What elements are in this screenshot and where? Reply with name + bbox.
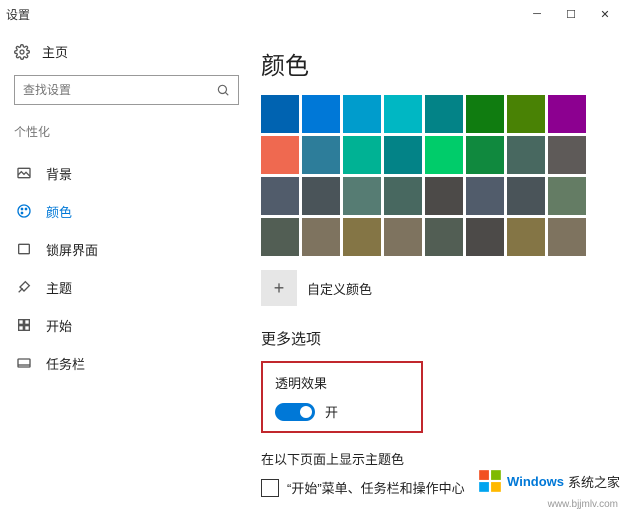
sidebar-item-label: 背景 [46,164,72,183]
color-swatch[interactable] [507,136,545,174]
color-swatch[interactable] [343,177,381,215]
color-swatch[interactable] [343,218,381,256]
minimize-button[interactable]: ─ [520,3,554,25]
sidebar-item-label: 主题 [46,278,72,297]
color-swatch[interactable] [261,177,299,215]
color-swatch[interactable] [261,218,299,256]
frame-icon [16,241,32,257]
sidebar-item-background[interactable]: 背景 [14,154,255,192]
windows-logo-icon [477,468,503,494]
sidebar-item-colors[interactable]: 颜色 [14,192,255,230]
maximize-button[interactable]: ☐ [554,3,588,25]
sidebar-item-label: 锁屏界面 [46,240,98,259]
section-label: 个性化 [14,123,255,140]
color-swatch[interactable] [343,95,381,133]
color-swatch[interactable] [302,136,340,174]
transparency-highlight: 透明效果 开 [261,361,423,433]
color-swatch[interactable] [466,95,504,133]
home-link[interactable]: 主页 [14,42,255,61]
accent-surfaces-header: 在以下页面上显示主题色 [261,449,628,468]
gear-icon [14,44,30,60]
color-swatch[interactable] [384,218,422,256]
color-grid [261,95,628,256]
search-box[interactable] [14,75,239,105]
search-input[interactable] [23,83,216,97]
color-swatch[interactable] [425,136,463,174]
watermark-text: 系统之家 [568,472,620,491]
color-swatch[interactable] [261,136,299,174]
sidebar-item-label: 开始 [46,316,72,335]
grid-icon [16,317,32,333]
color-swatch[interactable] [507,95,545,133]
window-title: 设置 [6,6,520,23]
plus-icon: + [274,278,285,299]
sidebar-item-lockscreen[interactable]: 锁屏界面 [14,230,255,268]
color-swatch[interactable] [302,95,340,133]
home-label: 主页 [42,42,68,61]
color-swatch[interactable] [302,218,340,256]
palette-icon [16,203,32,219]
checkbox-start-taskbar[interactable] [261,479,279,497]
custom-color-row: + 自定义颜色 [261,270,628,306]
color-swatch[interactable] [548,177,586,215]
watermark: Windows 系统之家 [477,468,620,494]
titlebar: 设置 ─ ☐ ✕ [0,0,628,28]
brush-icon [16,279,32,295]
color-swatch[interactable] [548,218,586,256]
sidebar-item-label: 任务栏 [46,354,85,373]
color-swatch[interactable] [425,177,463,215]
color-swatch[interactable] [302,177,340,215]
sidebar: 主页 个性化 背景 颜色 锁屏界面 主题 开始 任务 [0,28,255,500]
color-swatch[interactable] [507,177,545,215]
watermark-url: www.bjjmlv.com [548,499,618,510]
search-icon [216,83,230,97]
sidebar-item-label: 颜色 [46,202,72,221]
color-swatch[interactable] [466,177,504,215]
sidebar-item-start[interactable]: 开始 [14,306,255,344]
color-swatch[interactable] [343,136,381,174]
color-swatch[interactable] [466,136,504,174]
checkbox-label: “开始”菜单、任务栏和操作中心 [287,478,465,497]
close-button[interactable]: ✕ [588,3,622,25]
page-title: 颜色 [261,46,628,81]
layout: 主页 个性化 背景 颜色 锁屏界面 主题 开始 任务 [0,28,628,500]
color-swatch[interactable] [548,136,586,174]
transparency-state: 开 [325,402,338,421]
color-swatch[interactable] [384,136,422,174]
transparency-toggle-row: 开 [275,402,409,421]
image-icon [16,165,32,181]
add-custom-color-button[interactable]: + [261,270,297,306]
main-content: 颜色 + 自定义颜色 更多选项 透明效果 开 在以下页面上显示主题色 “开始”菜… [255,28,628,500]
transparency-toggle[interactable] [275,403,315,421]
watermark-brand: Windows [507,474,564,489]
color-swatch[interactable] [425,218,463,256]
transparency-label: 透明效果 [275,373,409,392]
toggle-knob [300,406,312,418]
taskbar-icon [16,355,32,371]
custom-color-label: 自定义颜色 [307,279,372,298]
sidebar-item-taskbar[interactable]: 任务栏 [14,344,255,382]
sidebar-item-themes[interactable]: 主题 [14,268,255,306]
color-swatch[interactable] [384,177,422,215]
color-swatch[interactable] [425,95,463,133]
color-swatch[interactable] [384,95,422,133]
more-options-header: 更多选项 [261,328,628,349]
color-swatch[interactable] [466,218,504,256]
color-swatch[interactable] [548,95,586,133]
color-swatch[interactable] [507,218,545,256]
color-swatch[interactable] [261,95,299,133]
